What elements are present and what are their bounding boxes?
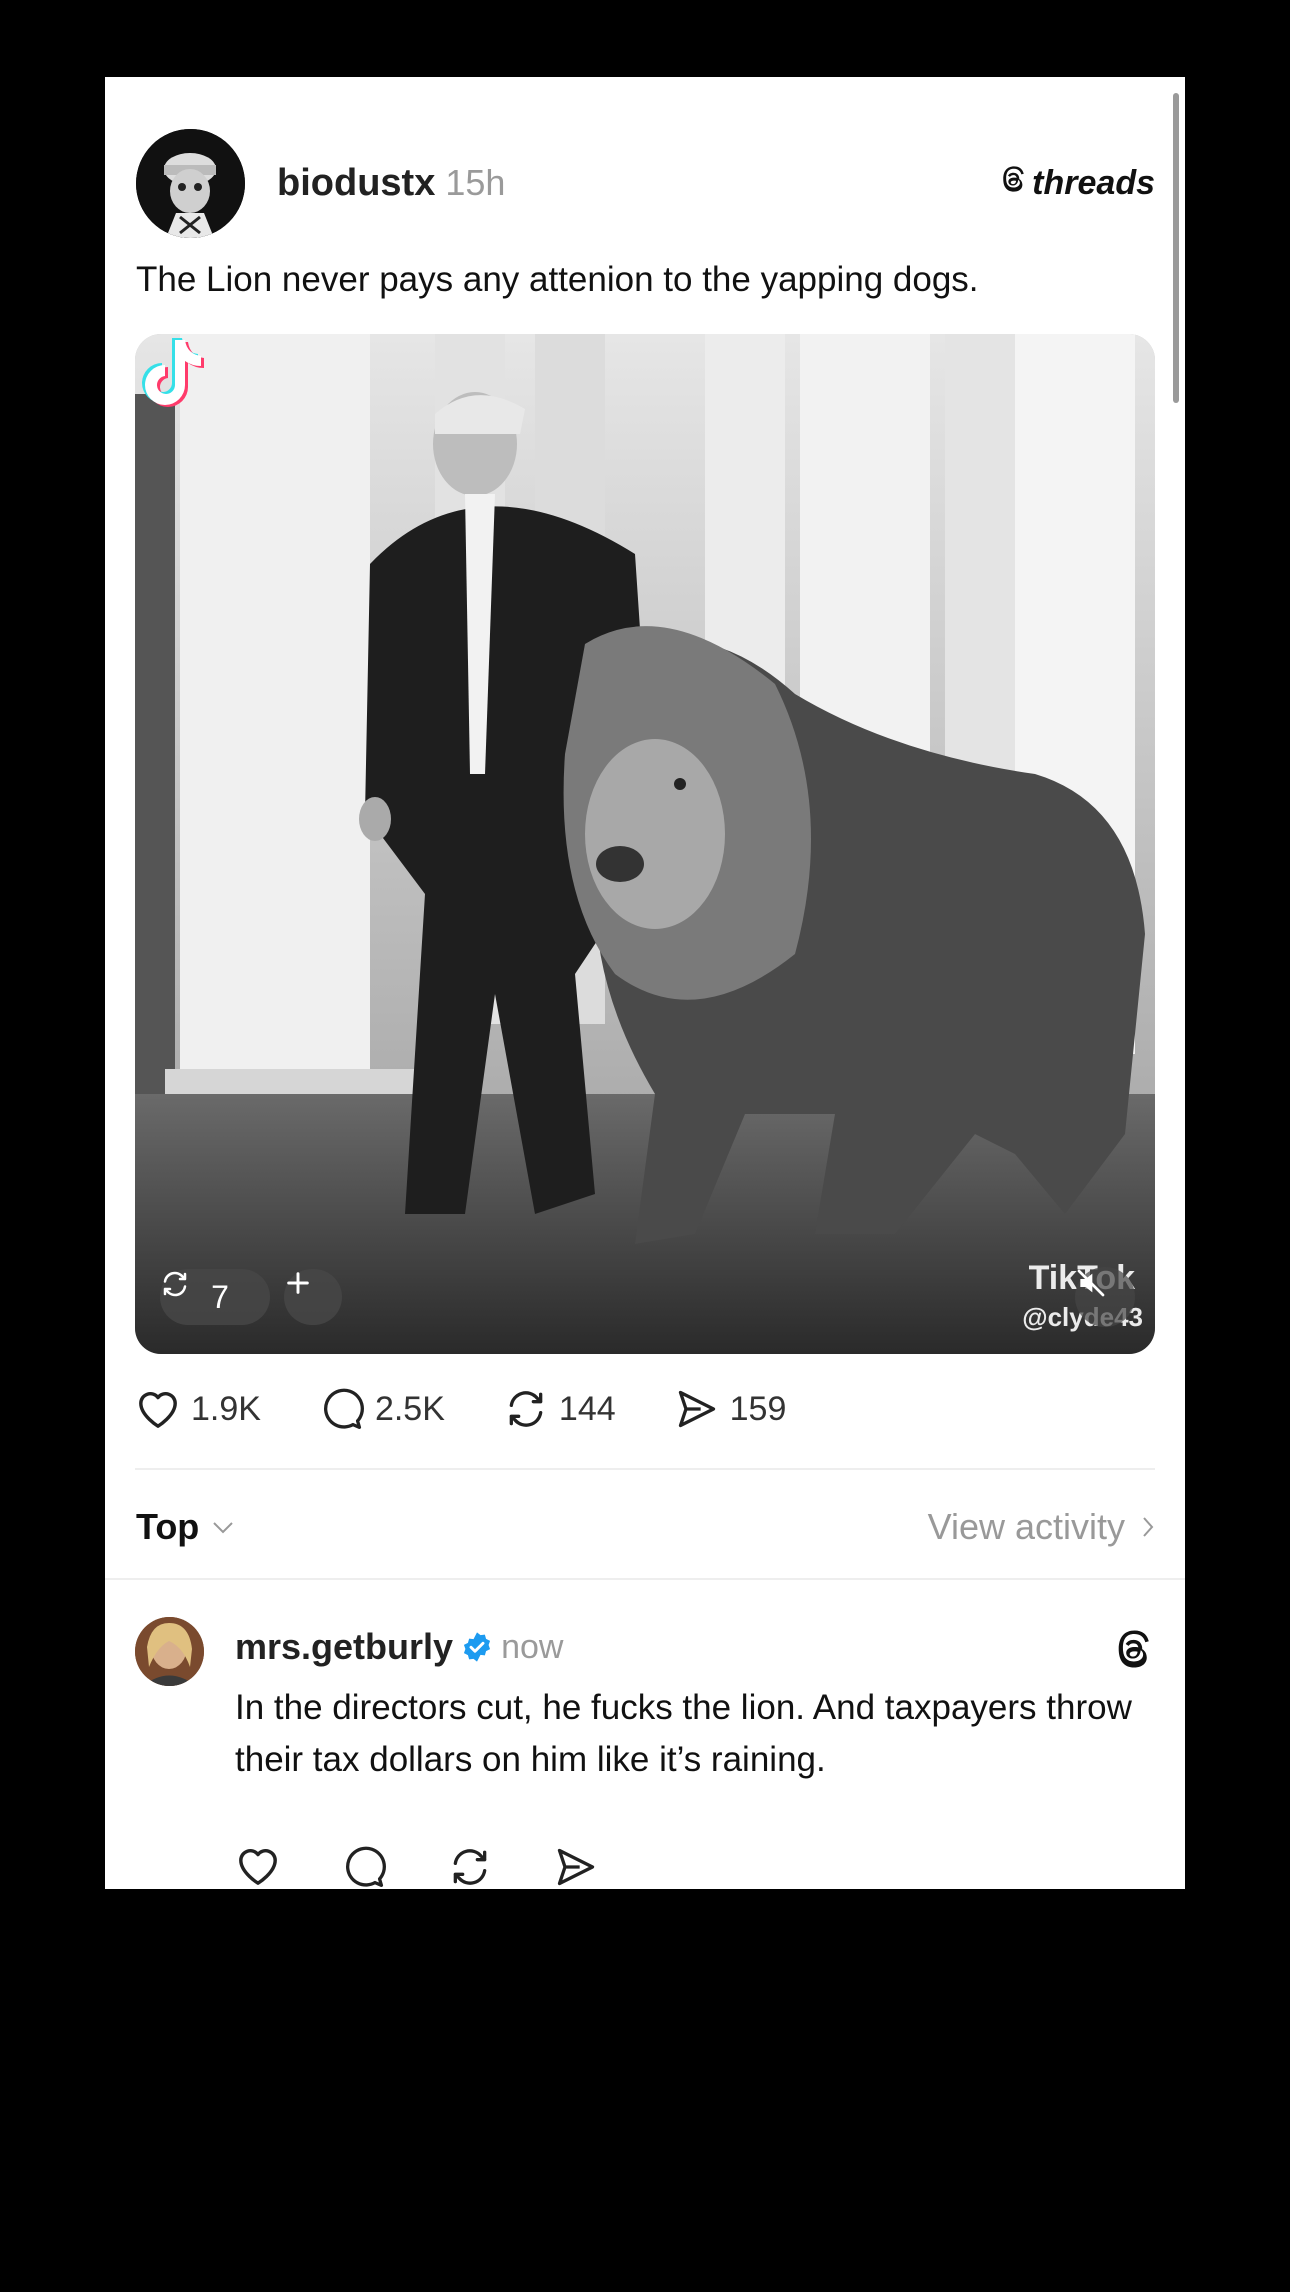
post-username[interactable]: biodustx: [277, 162, 435, 205]
threads-logo-button[interactable]: [1111, 1625, 1155, 1678]
repost-count: 144: [558, 1389, 616, 1428]
like-count: 1.9K: [191, 1389, 261, 1428]
send-icon: [557, 1848, 595, 1886]
view-activity-label: View activity: [927, 1506, 1125, 1547]
speech-bubble-icon: [346, 1846, 386, 1887]
add-button[interactable]: [284, 1269, 342, 1325]
video-repost-count: 7: [211, 1278, 229, 1315]
avatar[interactable]: [135, 1617, 204, 1686]
view-activity-link[interactable]: View activity: [928, 1506, 1155, 1548]
share-button[interactable]: 159: [674, 1387, 787, 1431]
threads-logo-icon: [1118, 1630, 1149, 1668]
post-video[interactable]: 7 TikTok @clyde43: [135, 334, 1155, 1354]
reply-text: In the directors cut, he fucks the lion.…: [235, 1688, 1132, 1779]
threads-logo-icon: [998, 163, 1028, 203]
threads-brand[interactable]: threads: [998, 163, 1155, 203]
threads-embed-card: biodustx 15h threads The Lion never pays…: [105, 77, 1185, 1889]
heart-icon: [239, 1849, 277, 1885]
avatar[interactable]: [136, 128, 245, 238]
post-time: 15h: [445, 161, 506, 203]
sort-label: Top: [136, 1506, 200, 1547]
share-count: 159: [729, 1389, 787, 1428]
send-icon: [678, 1390, 715, 1428]
sort-dropdown[interactable]: Top: [136, 1506, 235, 1548]
like-button[interactable]: 1.9K: [135, 1388, 261, 1430]
repost-icon: [163, 1271, 187, 1297]
repost-button[interactable]: 144: [503, 1387, 616, 1431]
post-actions: 1.9K 2.5K 144 159: [135, 1387, 844, 1431]
speech-bubble-icon: [323, 1388, 364, 1429]
reply-repost-button[interactable]: [447, 1845, 493, 1889]
reply-username[interactable]: mrs.getburly: [235, 1626, 453, 1668]
reply-actions: [235, 1845, 659, 1889]
divider: [105, 1578, 1185, 1580]
replies-toolbar: Top View activity: [136, 1497, 1155, 1557]
chevron-right-icon: [1143, 1517, 1154, 1537]
video-repost-counter[interactable]: 7: [160, 1269, 270, 1325]
heart-icon: [139, 1392, 177, 1428]
reply-time: now: [501, 1627, 564, 1666]
reply-like-button[interactable]: [235, 1845, 281, 1889]
post-header: biodustx 15h threads: [136, 128, 1155, 238]
divider: [135, 1468, 1155, 1470]
tiktok-logo-icon: [142, 338, 204, 407]
repost-icon: [453, 1849, 487, 1885]
video-frame-illustration: [135, 334, 1155, 1354]
reply-count: 2.5K: [374, 1389, 445, 1428]
reply-header: mrs.getburly now: [235, 1617, 563, 1677]
reply-reply-button[interactable]: [341, 1845, 387, 1889]
mute-button[interactable]: [1075, 1267, 1135, 1327]
plus-icon: [287, 1272, 309, 1294]
repost-icon: [509, 1391, 543, 1427]
reply-button[interactable]: 2.5K: [319, 1387, 445, 1431]
scrollbar[interactable]: [1173, 93, 1179, 403]
speaker-muted-icon: [1077, 1269, 1105, 1297]
post-caption: The Lion never pays any attenion to the …: [136, 260, 979, 299]
reply-share-button[interactable]: [553, 1845, 599, 1889]
chevron-down-icon: [213, 1522, 234, 1534]
threads-brand-label: threads: [1032, 163, 1155, 202]
verified-badge-icon: [463, 1632, 491, 1662]
